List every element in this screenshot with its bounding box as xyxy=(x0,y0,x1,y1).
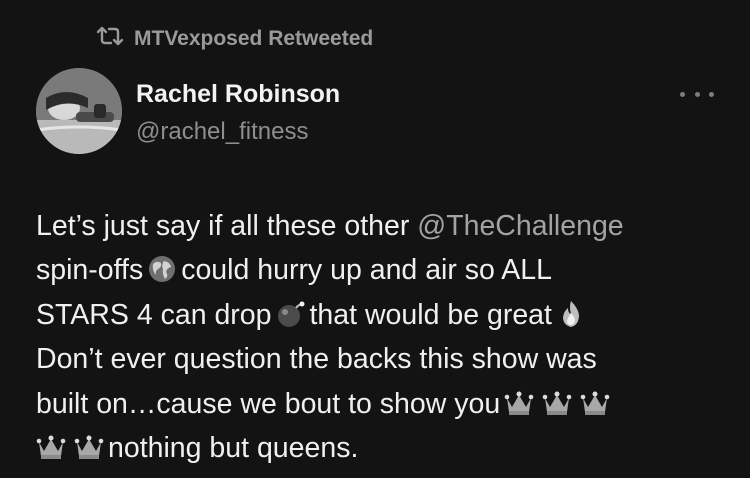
retweet-indicator[interactable]: MTVexposed Retweeted xyxy=(96,24,373,54)
tweet-line: spin-offs could hurry up and air so ALL xyxy=(36,254,552,287)
author-display-name[interactable]: Rachel Robinson xyxy=(136,78,340,110)
tweet-card[interactable]: MTVexposed Retweeted Rachel Robinson @ra… xyxy=(0,0,750,478)
mention-link[interactable]: @TheChallenge xyxy=(417,210,623,242)
globe-emoji-icon xyxy=(147,254,177,284)
tweet-line: STARS 4 can drop that would be great xyxy=(36,293,726,337)
crown-emoji-icon xyxy=(580,388,610,418)
more-options-icon[interactable] xyxy=(680,80,714,108)
tweet-line: Don’t ever question the backs this show … xyxy=(36,343,597,376)
retweet-label: MTVexposed Retweeted xyxy=(134,27,374,50)
crown-emoji-icon xyxy=(504,388,534,418)
crown-emoji-icon xyxy=(74,432,104,462)
bomb-emoji-icon xyxy=(276,299,306,329)
fire-emoji-icon xyxy=(556,299,586,329)
author-block: Rachel Robinson @rachel_fitness xyxy=(136,78,340,148)
crown-emoji-icon xyxy=(36,432,66,462)
author-handle[interactable]: @rachel_fitness xyxy=(136,116,340,148)
tweet-text: Let’s just say if all these other @TheCh… xyxy=(36,204,726,470)
retweet-icon xyxy=(96,24,124,54)
tweet-line: built on…cause we bout to show you xyxy=(36,382,726,426)
tweet-line: Let’s just say if all these other @TheCh… xyxy=(36,210,624,242)
crown-emoji-icon xyxy=(542,388,572,418)
tweet-line: nothing but queens. xyxy=(36,426,726,470)
avatar[interactable] xyxy=(36,68,122,154)
